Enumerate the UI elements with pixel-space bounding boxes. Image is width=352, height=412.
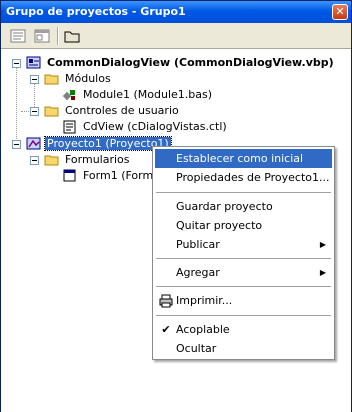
menu-item-label: Ocultar: [176, 342, 217, 355]
tree-node-form1[interactable]: Form1 (Form1): [62, 168, 152, 184]
view-object-button[interactable]: [33, 27, 51, 45]
tree-node-label: CdView (cDialogVistas.ctl): [83, 120, 227, 133]
folder-open-icon: [44, 153, 60, 167]
tree-node-modules-folder[interactable]: Módulos: [44, 71, 113, 87]
menu-item-save-project[interactable]: Guardar proyecto: [155, 197, 332, 216]
collapse-modules-toggle[interactable]: [30, 75, 39, 84]
toggle-folders-button[interactable]: [63, 27, 81, 45]
menu-separator: [156, 315, 331, 316]
menu-separator: [156, 258, 331, 259]
menu-item-dockable[interactable]: ✔ Acoplable: [155, 320, 332, 339]
menu-item-label: Guardar proyecto: [176, 200, 273, 213]
menu-item-label: Establecer como inicial: [176, 152, 304, 165]
menu-item-project-properties[interactable]: Propiedades de Proyecto1...: [155, 168, 332, 187]
context-menu: Establecer como inicial Propiedades de P…: [152, 146, 335, 360]
tree-node-label: Módulos: [65, 72, 111, 85]
toolbar-separator: [57, 27, 59, 45]
printer-icon: [159, 291, 173, 310]
vb-project-icon: [26, 137, 42, 151]
submenu-arrow-icon: ▶: [319, 268, 326, 277]
menu-item-label: Publicar: [176, 238, 220, 251]
user-control-icon: [62, 120, 78, 134]
submenu-arrow-icon: ▶: [319, 240, 326, 249]
view-code-button[interactable]: [9, 27, 27, 45]
collapse-forms-toggle[interactable]: [30, 156, 39, 165]
tree-node-cdview[interactable]: CdView (cDialogVistas.ctl): [62, 119, 229, 135]
module-icon: [62, 88, 78, 102]
view-object-icon: [34, 29, 50, 43]
tree-node-label: Formularios: [65, 153, 130, 166]
menu-item-label: Agregar: [176, 266, 220, 279]
menu-item-add[interactable]: Agregar ▶: [155, 263, 332, 282]
form-icon: [62, 169, 78, 183]
tree-connector: [16, 64, 17, 143]
collapse-root-toggle[interactable]: [12, 59, 21, 68]
menu-item-print[interactable]: Imprimir...: [155, 291, 332, 310]
menu-item-label: Imprimir...: [176, 294, 233, 307]
tree-node-forms-folder[interactable]: Formularios: [44, 152, 132, 168]
vb-project-icon: [26, 56, 42, 70]
menu-item-label: Propiedades de Proyecto1...: [176, 171, 330, 184]
checkmark-icon: ✔: [161, 323, 171, 336]
tree-node-module1[interactable]: Module1 (Module1.bas): [62, 87, 214, 103]
tree-node-label: CommonDialogView (CommonDialogView.vbp): [47, 56, 334, 69]
view-code-icon: [10, 29, 26, 43]
tree-node-label: Module1 (Module1.bas): [83, 88, 213, 101]
menu-separator: [156, 286, 331, 287]
toolbar: [1, 23, 351, 49]
collapse-controls-toggle[interactable]: [30, 107, 39, 116]
menu-item-publish[interactable]: Publicar ▶: [155, 235, 332, 254]
folder-open-icon: [44, 104, 60, 118]
close-button[interactable]: ✕: [332, 4, 348, 20]
tree-node-root-project[interactable]: CommonDialogView (CommonDialogView.vbp): [26, 55, 336, 71]
menu-item-label: Acoplable: [176, 323, 230, 336]
window-title: Grupo de proyectos - Grupo1: [6, 5, 186, 18]
menu-separator: [156, 192, 331, 193]
folder-open-icon: [44, 72, 60, 86]
tree-node-proyecto1[interactable]: Proyecto1 (Proyecto1): [26, 136, 172, 152]
toggle-folders-icon: [64, 31, 80, 43]
tree-node-user-controls-folder[interactable]: Controles de usuario: [44, 103, 181, 119]
menu-item-remove-project[interactable]: Quitar proyecto: [155, 216, 332, 235]
title-bar[interactable]: Grupo de proyectos - Grupo1 ✕: [1, 1, 351, 23]
menu-item-label: Quitar proyecto: [176, 219, 263, 232]
collapse-proyecto1-toggle[interactable]: [12, 140, 21, 149]
project-explorer-window: Grupo de proyectos - Grupo1 ✕ CommonDial…: [0, 0, 352, 412]
menu-item-set-as-startup[interactable]: Establecer como inicial: [155, 149, 332, 168]
menu-item-hide[interactable]: Ocultar: [155, 339, 332, 358]
tree-node-label: Form1 (Form1): [83, 169, 152, 182]
tree-node-label: Controles de usuario: [65, 104, 179, 117]
